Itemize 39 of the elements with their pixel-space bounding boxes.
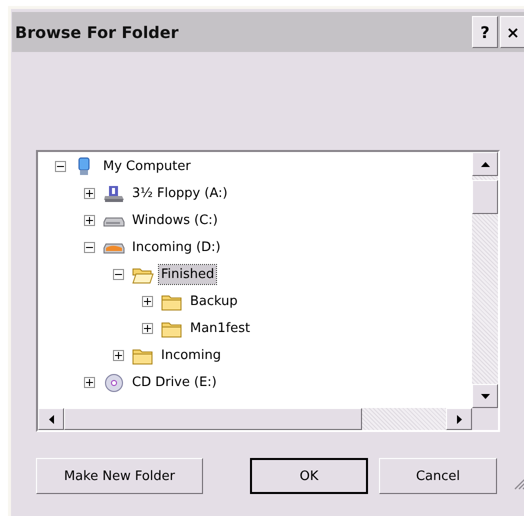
down-arrow-icon [480, 394, 490, 398]
right-arrow-icon [456, 414, 462, 424]
tree-item[interactable]: Incoming [159, 346, 223, 365]
scroll-down-button[interactable] [472, 384, 498, 408]
window-title: Browse For Folder [15, 22, 178, 42]
vertical-scrollbar[interactable] [472, 152, 498, 408]
scrollbar-corner [472, 408, 498, 430]
dialog-button[interactable]: OK [250, 458, 368, 494]
expand-toggle[interactable] [84, 215, 95, 226]
scroll-thumb[interactable] [472, 180, 498, 214]
horizontal-scrollbar[interactable] [38, 408, 472, 430]
collapse-toggle[interactable] [113, 269, 124, 280]
scroll-right-button[interactable] [446, 408, 472, 430]
tree-item[interactable]: Incoming (D:) [130, 238, 223, 257]
tree-item[interactable]: 3½ Floppy (A:) [130, 184, 230, 203]
tree-item[interactable]: CD Drive (E:) [130, 373, 219, 392]
cd-icon [103, 373, 125, 392]
tree-item[interactable]: Man1fest [188, 319, 252, 338]
up-arrow-icon [480, 162, 490, 166]
dialog-button[interactable]: Cancel [379, 458, 497, 494]
scroll-thumb[interactable] [64, 408, 362, 430]
scroll-up-button[interactable] [472, 152, 498, 176]
expand-toggle[interactable] [142, 323, 153, 334]
close-button[interactable]: × [500, 16, 524, 48]
collapse-toggle[interactable] [55, 161, 66, 172]
tree-item[interactable]: Windows (C:) [130, 211, 220, 230]
expand-toggle[interactable] [84, 188, 95, 199]
expand-toggle[interactable] [84, 377, 95, 388]
expand-toggle[interactable] [113, 350, 124, 361]
dialog-button[interactable]: Make New Folder [36, 458, 203, 494]
tree-item[interactable]: My Computer [101, 157, 193, 176]
help-button[interactable]: ? [472, 16, 498, 48]
tree-item[interactable]: Backup [188, 292, 240, 311]
left-arrow-icon [48, 414, 54, 424]
expand-toggle[interactable] [142, 296, 153, 307]
floppy-drive-icon [103, 184, 125, 203]
collapse-toggle[interactable] [84, 242, 95, 253]
scroll-left-button[interactable] [38, 408, 64, 430]
tree-item[interactable]: Finished [159, 265, 216, 284]
